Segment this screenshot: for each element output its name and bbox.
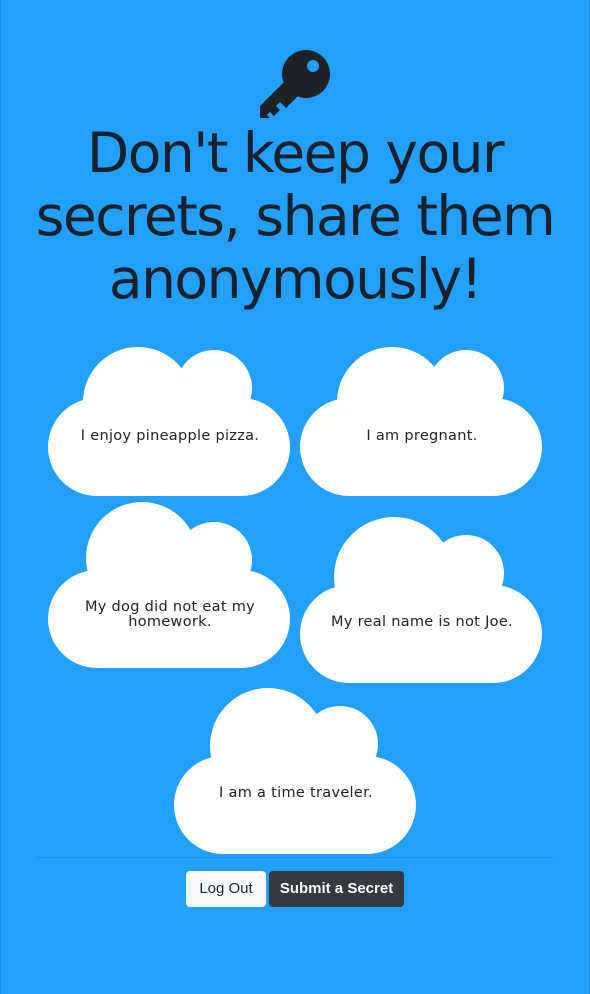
key-icon <box>260 50 330 118</box>
secret-text: I am pregnant. <box>366 428 478 444</box>
secret-text: My real name is not Joe. <box>331 614 513 630</box>
secret-card: I am pregnant. <box>300 330 544 500</box>
cloud-shape <box>300 347 542 496</box>
secret-card: I enjoy pineapple pizza. <box>48 330 292 500</box>
secret-text: I enjoy pineapple pizza. <box>80 428 260 444</box>
secret-card: My real name is not Joe. <box>300 515 544 685</box>
secret-text: My dog did not eat my homework. <box>84 599 256 630</box>
page-title: Don't keep your secrets, share them anon… <box>35 121 556 311</box>
cloud-shape <box>48 502 290 668</box>
secret-card: My dog did not eat my homework. <box>48 500 292 670</box>
secret-card: I am a time traveler. <box>174 686 418 856</box>
cloud-shape <box>174 688 416 854</box>
secret-text: I am a time traveler. <box>219 785 373 801</box>
submit-secret-button[interactable]: Submit a Secret <box>269 871 404 907</box>
logout-button[interactable]: Log Out <box>186 871 266 907</box>
cloud-shape <box>48 347 290 496</box>
cloud-shape <box>300 517 542 683</box>
divider <box>36 857 554 858</box>
